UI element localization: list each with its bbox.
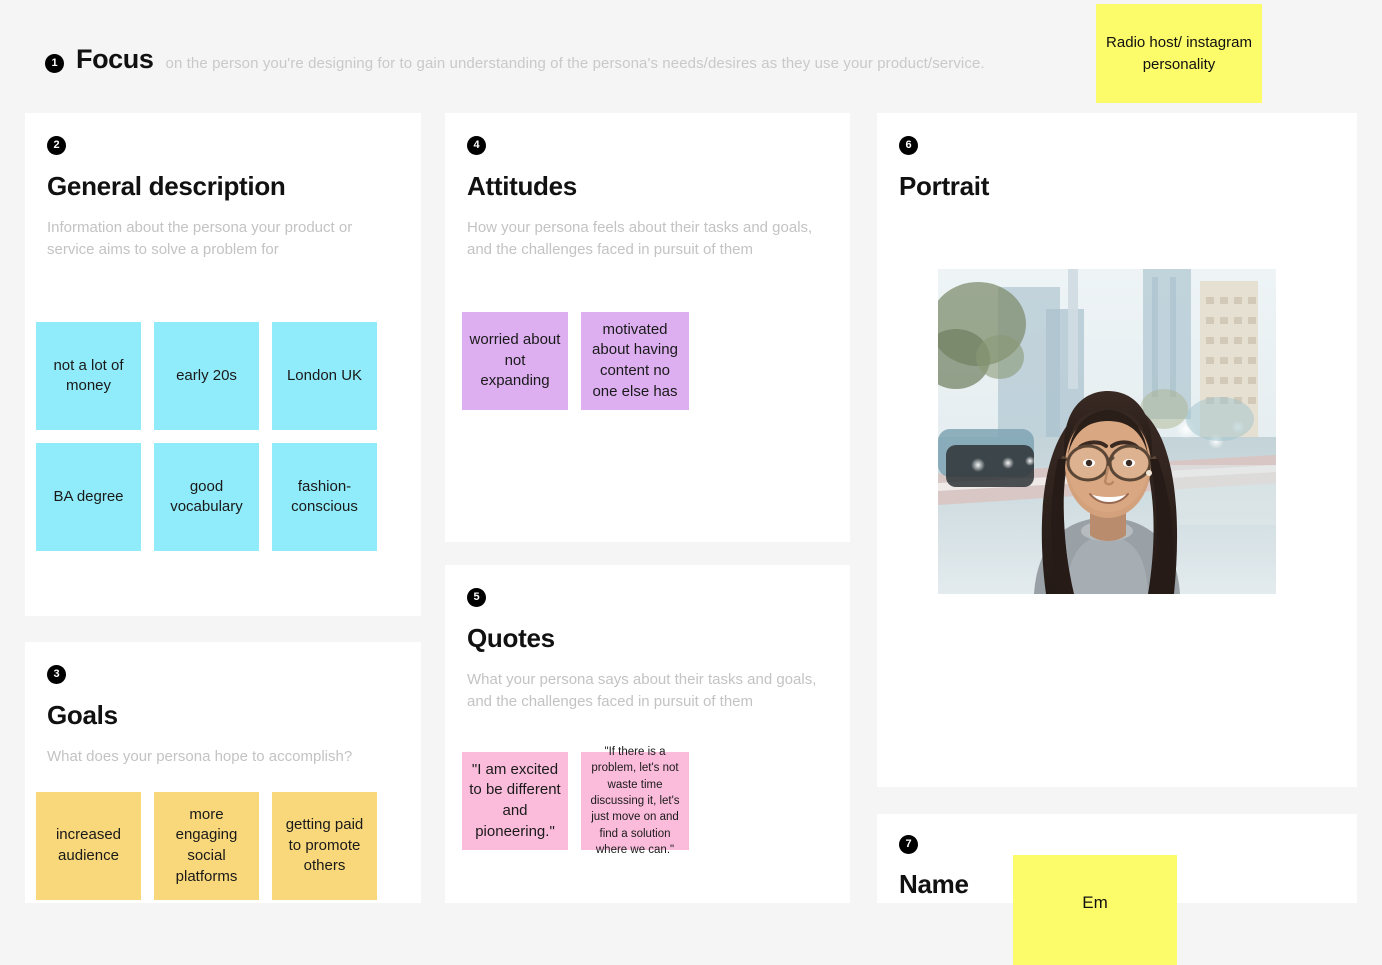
card-general-description: 2 General description Information about …: [25, 113, 421, 616]
step-badge-2: 2: [47, 136, 66, 155]
card-goals-title: Goals: [47, 700, 118, 730]
page-subtitle: on the person you're designing for to ga…: [165, 55, 985, 72]
step-badge-4-row: 4: [467, 136, 828, 157]
portrait-photo[interactable]: [938, 269, 1276, 594]
sticky-note[interactable]: "If there is a problem, let's not waste …: [581, 746, 689, 856]
card-quotes-header: 5 Quotes What your persona says about th…: [445, 565, 850, 712]
card-portrait-header: 6 Portrait: [877, 113, 1357, 203]
sticky-note[interactable]: good vocabulary: [154, 443, 259, 551]
card-quotes-title: Quotes: [467, 623, 555, 653]
attitudes-notes: worried about not expanding motivated ab…: [462, 312, 834, 410]
general-description-notes: not a lot of money early 20s London UK B…: [36, 322, 408, 551]
sticky-note[interactable]: fashion-conscious: [272, 443, 377, 551]
page-title: Focus: [76, 44, 154, 74]
sticky-note[interactable]: "I am excited to be different and pionee…: [462, 752, 568, 850]
page-header: 1 Focus on the person you're designing f…: [0, 0, 1382, 113]
step-badge-5: 5: [467, 588, 486, 607]
card-quotes-subtitle: What your persona says about their tasks…: [467, 671, 817, 710]
card-general-subtitle: Information about the persona your produ…: [47, 219, 353, 258]
step-badge-7: 7: [899, 835, 918, 854]
card-name-title: Name: [899, 869, 969, 899]
card-attitudes-subtitle: How your persona feels about their tasks…: [467, 219, 813, 258]
sticky-note-focus[interactable]: Radio host/ instagram personality: [1096, 4, 1262, 103]
card-general-title: General description: [47, 171, 286, 201]
step-badge-2-row: 2: [47, 136, 399, 157]
quotes-notes: "I am excited to be different and pionee…: [462, 746, 834, 856]
card-goals: 3 Goals What does your persona hope to a…: [25, 642, 421, 903]
card-attitudes-header: 4 Attitudes How your persona feels about…: [445, 113, 850, 260]
sticky-note-name[interactable]: Em: [1013, 855, 1177, 965]
sticky-note[interactable]: early 20s: [154, 322, 259, 430]
card-portrait: 6 Portrait: [877, 113, 1357, 787]
step-badge-4: 4: [467, 136, 486, 155]
card-goals-header: 3 Goals What does your persona hope to a…: [25, 642, 421, 768]
step-badge-6-row: 6: [899, 136, 1335, 157]
card-portrait-title: Portrait: [899, 171, 990, 201]
step-badge-1: 1: [45, 54, 64, 73]
card-quotes: 5 Quotes What your persona says about th…: [445, 565, 850, 903]
sticky-note[interactable]: increased audience: [36, 792, 141, 900]
card-name: 7 Name Em: [877, 814, 1357, 965]
card-attitudes-title: Attitudes: [467, 171, 577, 201]
step-badge-3-row: 3: [47, 665, 399, 686]
card-general-header: 2 General description Information about …: [25, 113, 421, 260]
sticky-note[interactable]: BA degree: [36, 443, 141, 551]
card-attitudes: 4 Attitudes How your persona feels about…: [445, 113, 850, 542]
step-badge-3: 3: [47, 665, 66, 684]
sticky-note[interactable]: getting paid to promote others: [272, 792, 377, 900]
step-badge-6: 6: [899, 136, 918, 155]
sticky-note[interactable]: worried about not expanding: [462, 312, 568, 410]
sticky-note[interactable]: motivated about having content no one el…: [581, 312, 689, 410]
card-goals-subtitle: What does your persona hope to accomplis…: [47, 748, 353, 766]
step-badge-5-row: 5: [467, 588, 828, 609]
card-name-header: 7 Name: [899, 835, 969, 900]
goals-notes: increased audience more engaging social …: [36, 792, 408, 900]
sticky-note[interactable]: not a lot of money: [36, 322, 141, 430]
sticky-note[interactable]: London UK: [272, 322, 377, 430]
sticky-note[interactable]: more engaging social platforms: [154, 792, 259, 900]
focus-heading: 1 Focus on the person you're designing f…: [45, 44, 985, 75]
